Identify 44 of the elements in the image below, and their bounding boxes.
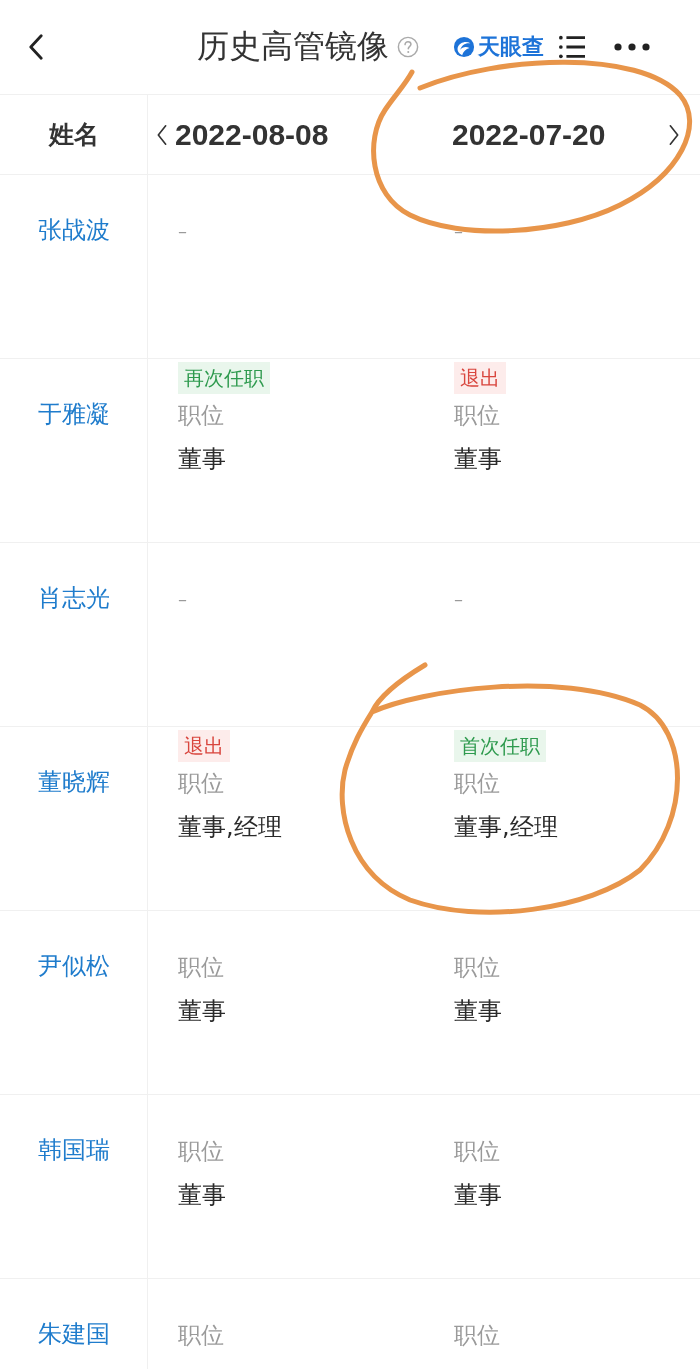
field-value: 董事,经理 <box>178 812 282 843</box>
field-value: 董事 <box>178 444 226 475</box>
chevron-right-icon[interactable] <box>668 123 680 146</box>
field-value: 董事 <box>454 996 502 1027</box>
field-value: 董事,经理 <box>454 812 558 843</box>
page-title: 历史高管镜像 <box>197 26 389 67</box>
field-label: 职位 <box>178 1321 224 1350</box>
chevron-left-icon[interactable] <box>156 123 168 146</box>
date-column-header: 2022-07-20 <box>452 117 606 152</box>
status-tag: 首次任职 <box>454 730 546 762</box>
back-icon[interactable] <box>27 34 45 60</box>
person-name-link[interactable]: 董晓辉 <box>37 767 110 797</box>
more-icon[interactable] <box>614 43 650 51</box>
field-label: 职位 <box>178 769 224 798</box>
field-label: 职位 <box>454 953 500 982</box>
empty-value: – <box>454 587 463 611</box>
field-value: 董事 <box>454 1180 502 1211</box>
logo-text: 天眼查 <box>478 33 544 61</box>
field-label: 职位 <box>178 953 224 982</box>
field-label: 职位 <box>454 769 500 798</box>
field-label: 职位 <box>454 1137 500 1166</box>
person-name-link[interactable]: 张战波 <box>37 215 110 245</box>
empty-value: – <box>178 219 187 243</box>
person-name-link[interactable]: 肖志光 <box>37 583 110 613</box>
person-name-link[interactable]: 朱建国 <box>37 1319 110 1349</box>
swirl-logo-icon <box>453 36 475 58</box>
empty-value: – <box>454 219 463 243</box>
status-tag: 退出 <box>454 362 506 394</box>
status-tag: 退出 <box>178 730 230 762</box>
person-name-link[interactable]: 于雅凝 <box>37 399 110 429</box>
field-label: 职位 <box>454 1321 500 1350</box>
column-header: 姓名 <box>48 119 99 151</box>
empty-value: – <box>178 587 187 611</box>
field-label: 职位 <box>178 401 224 430</box>
person-name-link[interactable]: 尹似松 <box>37 951 110 981</box>
date-column-header: 2022-08-08 <box>175 117 329 152</box>
field-label: 职位 <box>178 1137 224 1166</box>
field-label: 职位 <box>454 401 500 430</box>
field-value: 董事 <box>178 1180 226 1211</box>
field-value: 董事 <box>454 444 502 475</box>
person-name-link[interactable]: 韩国瑞 <box>37 1135 110 1165</box>
status-tag: 再次任职 <box>178 362 270 394</box>
field-value: 董事 <box>178 996 226 1027</box>
list-icon[interactable] <box>558 34 586 60</box>
